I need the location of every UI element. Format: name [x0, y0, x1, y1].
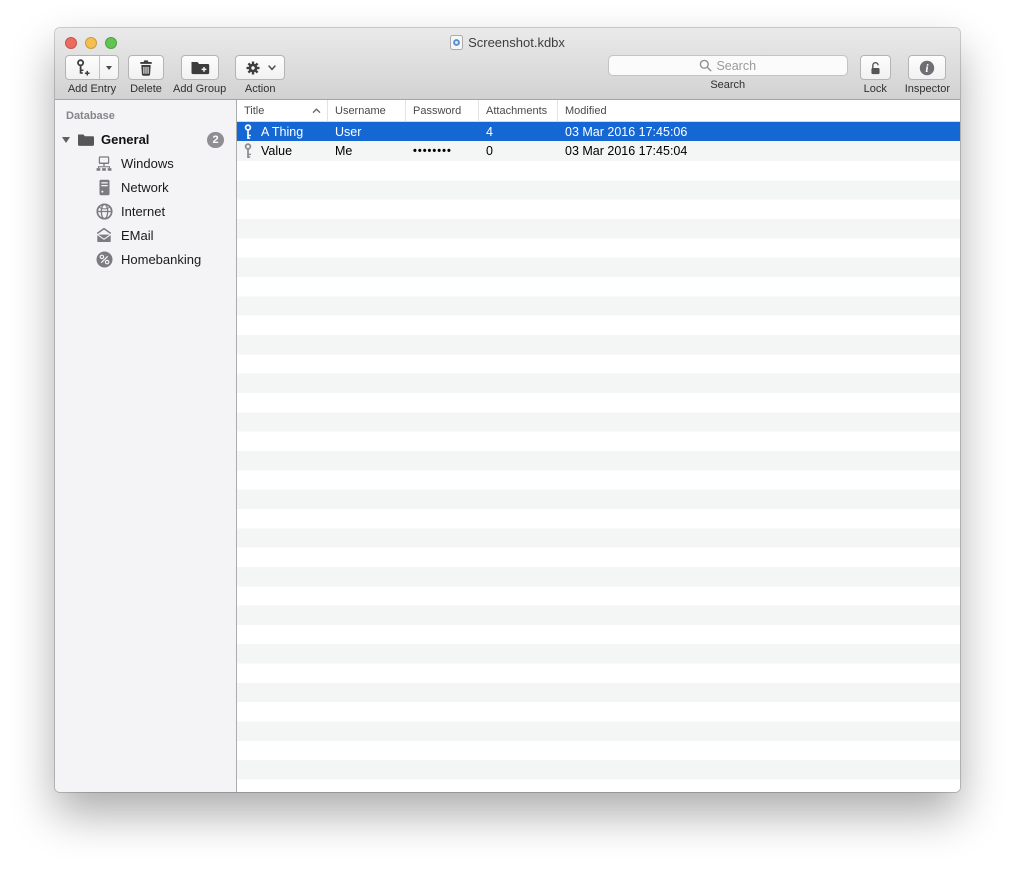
workgroup-icon	[95, 155, 113, 172]
action-button[interactable]	[235, 55, 286, 80]
dropdown-arrow-icon	[106, 65, 112, 70]
action-item: Action	[235, 55, 286, 95]
search-item: Search Search	[607, 55, 848, 91]
folder-icon	[78, 134, 94, 146]
username-cell: User	[335, 124, 362, 139]
key-icon	[243, 143, 253, 159]
table-row[interactable]: A Thing User 4 03 Mar 2016 17:45:06	[237, 122, 960, 142]
action-label: Action	[244, 83, 276, 95]
column-label: Password	[413, 104, 462, 117]
empty-rows-stripes	[237, 160, 960, 792]
titlebar: Screenshot.kdbx	[55, 35, 960, 50]
column-label: Username	[335, 104, 386, 117]
sidebar-item-label: Internet	[121, 203, 166, 219]
key-plus-icon[interactable]	[66, 56, 99, 79]
delete-item: Delete	[128, 55, 164, 95]
modified-cell: 03 Mar 2016 17:45:06	[565, 124, 688, 139]
sidebar-item-windows[interactable]: Windows	[55, 151, 236, 175]
username-cell: Me	[335, 143, 353, 158]
column-header-username[interactable]: Username	[328, 100, 406, 121]
add-entry-button[interactable]	[65, 55, 119, 80]
add-group-button[interactable]	[180, 55, 219, 80]
sidebar: Database General 2 Windows Network Inter…	[55, 100, 237, 792]
modified-cell: 03 Mar 2016 17:45:04	[565, 143, 688, 158]
search-input[interactable]: Search	[607, 55, 848, 76]
app-window: Screenshot.kdbx Add Entry Delete Add Gro…	[55, 28, 960, 792]
attachments-cell: 0	[486, 143, 493, 158]
toolbar: Add Entry Delete Add Group Action Search…	[65, 55, 950, 95]
entry-title: Value	[261, 143, 293, 158]
inspector-label: Inspector	[904, 83, 950, 95]
sidebar-item-label: Homebanking	[121, 251, 202, 267]
table-header: Title Username Password Attachments Modi…	[237, 100, 960, 122]
percent-icon	[95, 251, 113, 268]
search-label: Search	[710, 79, 746, 91]
trash-icon	[140, 59, 152, 76]
lock-button[interactable]	[859, 55, 891, 80]
column-label: Attachments	[486, 104, 548, 117]
padlock-open-icon	[871, 61, 880, 74]
chevron-down-icon	[268, 64, 276, 70]
column-header-attachments[interactable]: Attachments	[479, 100, 558, 121]
column-header-title[interactable]: Title	[237, 100, 328, 121]
sidebar-item-label: EMail	[121, 227, 154, 243]
window-header: Screenshot.kdbx Add Entry Delete Add Gro…	[55, 28, 960, 100]
sidebar-item-general[interactable]: General 2	[55, 128, 236, 151]
document-proxy-icon[interactable]	[450, 35, 464, 50]
password-cell: ••••••••	[413, 144, 452, 157]
sidebar-section-header: Database	[66, 110, 115, 122]
delete-label: Delete	[130, 83, 162, 95]
delete-button[interactable]	[128, 55, 164, 80]
sidebar-item-internet[interactable]: Internet	[55, 199, 236, 223]
key-icon	[243, 123, 253, 140]
column-header-password[interactable]: Password	[406, 100, 479, 121]
sidebar-item-label: Network	[121, 179, 169, 195]
column-label: Title	[244, 104, 265, 117]
sidebar-item-label: Windows	[121, 155, 174, 171]
sidebar-item-label: General	[101, 132, 150, 147]
title-cell: A Thing	[237, 123, 328, 140]
folder-plus-icon	[191, 62, 209, 75]
attachments-cell: 4	[486, 124, 493, 139]
main-area: Database General 2 Windows Network Inter…	[55, 100, 960, 792]
lock-label: Lock	[863, 83, 887, 95]
envelope-icon	[95, 227, 113, 243]
column-header-modified[interactable]: Modified	[558, 100, 960, 121]
disclosure-triangle-icon[interactable]	[62, 136, 70, 143]
column-label: Modified	[565, 104, 607, 117]
entry-title: A Thing	[261, 124, 304, 139]
add-entry-dropdown[interactable]	[99, 56, 118, 79]
inspector-button[interactable]: i	[908, 55, 947, 80]
server-icon	[95, 179, 113, 196]
entry-count-badge: 2	[207, 131, 224, 148]
table-row[interactable]: Value Me •••••••• 0 03 Mar 2016 17:45:04	[237, 141, 960, 161]
inspector-item: i Inspector	[905, 55, 950, 95]
sort-ascending-icon	[312, 107, 321, 114]
globe-icon	[95, 202, 113, 220]
title-cell: Value	[237, 143, 328, 159]
search-icon	[700, 59, 712, 72]
sidebar-item-email[interactable]: EMail	[55, 223, 236, 247]
search-placeholder: Search	[716, 58, 757, 73]
add-entry-item: Add Entry	[65, 55, 119, 95]
gear-icon	[246, 61, 260, 74]
lock-item: Lock	[859, 55, 891, 95]
sidebar-item-homebanking[interactable]: Homebanking	[55, 247, 236, 271]
add-group-label: Add Group	[173, 83, 227, 95]
entry-table: Title Username Password Attachments Modi…	[237, 100, 960, 792]
info-icon: i	[920, 60, 935, 75]
add-entry-label: Add Entry	[67, 83, 117, 95]
sidebar-item-network[interactable]: Network	[55, 175, 236, 199]
window-title: Screenshot.kdbx	[468, 35, 565, 50]
add-group-item: Add Group	[173, 55, 226, 95]
